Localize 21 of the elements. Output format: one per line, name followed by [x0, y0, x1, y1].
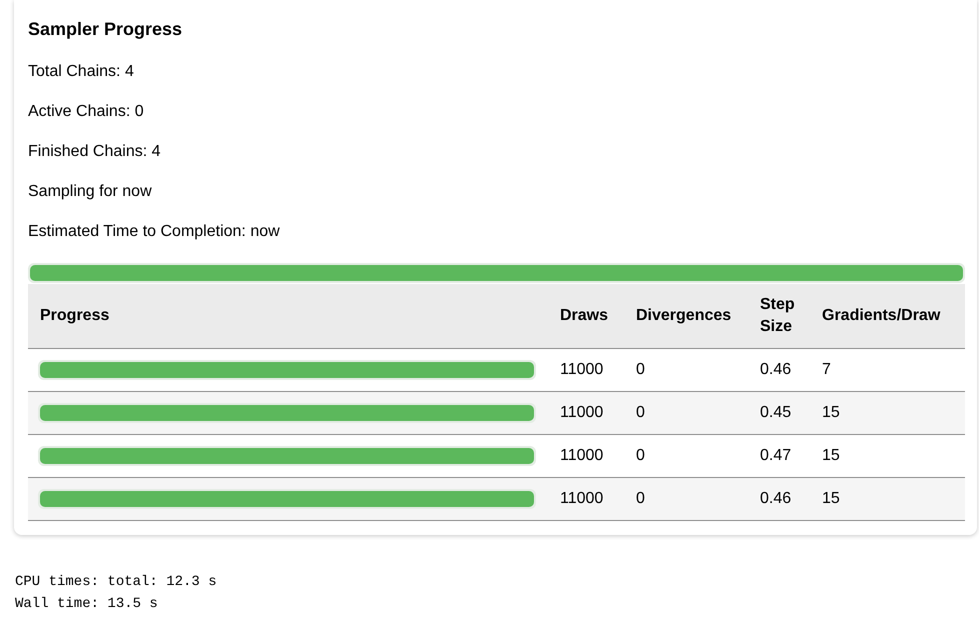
table-cell: 15 — [810, 478, 965, 520]
stat-text: Estimated Time to Completion: now — [28, 222, 281, 242]
table-cell: 11000 — [548, 392, 624, 434]
column-header: Draws — [548, 284, 624, 348]
column-header: Gradients/Draw — [810, 284, 965, 348]
panel-title: Sampler Progress — [28, 18, 184, 40]
table-cell: 0.45 — [748, 392, 810, 434]
column-header: Progress — [28, 284, 548, 348]
stat-text: Finished Chains: 4 — [28, 142, 162, 162]
output-text: CPU times: total: 12.3 s — [15, 573, 218, 592]
table-cell: 0 — [624, 392, 748, 434]
column-header: Divergences — [624, 284, 748, 348]
column-header: Step Size — [748, 284, 810, 348]
table-cell: 15 — [810, 392, 965, 434]
stat-text: Sampling for now — [28, 182, 153, 202]
table-cell: 0 — [624, 478, 748, 520]
output-text: Wall time: 13.5 s — [15, 595, 159, 614]
table-cell: 11000 — [548, 478, 624, 520]
stat-text: Total Chains: 4 — [28, 62, 135, 82]
table-cell: 0.46 — [748, 478, 810, 520]
stat-text: Active Chains: 0 — [28, 102, 145, 122]
